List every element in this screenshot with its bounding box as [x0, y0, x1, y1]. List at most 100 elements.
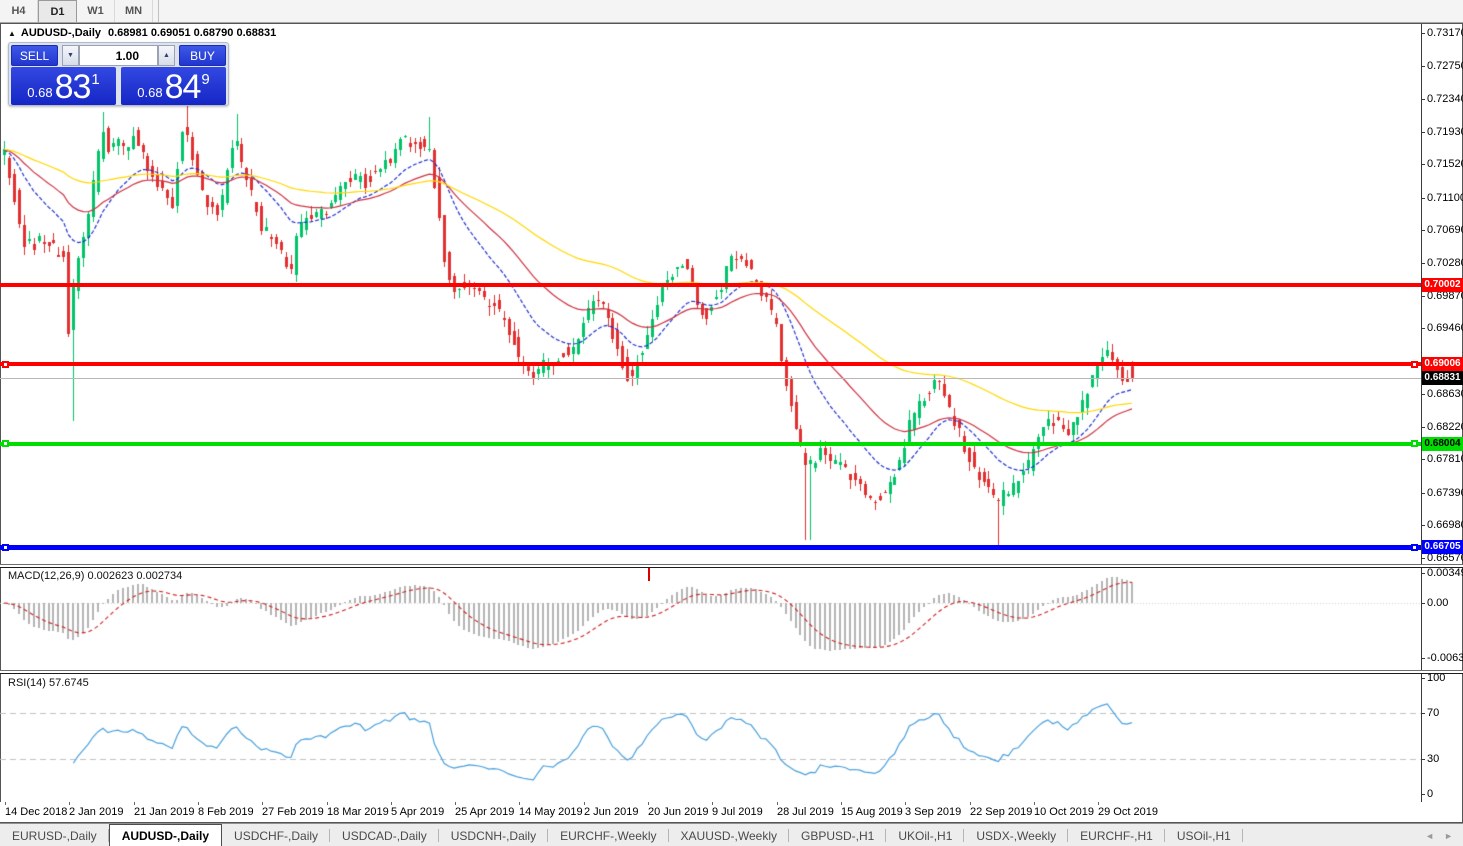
- macd-label: MACD(12,26,9) 0.002623 0.002734: [8, 570, 182, 582]
- chart-tab-bar: EURUSD-,DailyAUDUSD-,DailyUSDCHF-,DailyU…: [0, 823, 1463, 846]
- line-anchor-handle[interactable]: [2, 361, 9, 368]
- axis-tick-mark: [1421, 132, 1425, 133]
- chart-title: ▲ AUDUSD-,Daily 0.68981 0.69051 0.68790 …: [8, 26, 276, 40]
- chart-tab-usdcnh-daily[interactable]: USDCNH-,Daily: [439, 824, 548, 846]
- time-tick-mark: [69, 802, 70, 805]
- time-axis[interactable]: 14 Dec 20182 Jan 201921 Jan 20198 Feb 20…: [0, 802, 1421, 822]
- current-price-line: [0, 378, 1421, 379]
- date-label: 27 Feb 2019: [262, 806, 324, 818]
- volume-input[interactable]: [79, 45, 158, 66]
- panel-splitter-main-macd[interactable]: [0, 564, 1463, 568]
- axis-tick-mark: [1421, 794, 1425, 795]
- axis-tick-mark: [1421, 394, 1425, 395]
- price-tick-label: 0.71100: [1427, 192, 1463, 204]
- time-tick-mark: [262, 802, 263, 805]
- buy-price-pip: 9: [201, 71, 209, 88]
- axis-tick-mark: [1421, 230, 1425, 231]
- buy-price-display[interactable]: 0.68 84 9: [121, 67, 226, 105]
- rsi-tick-label: 30: [1427, 753, 1439, 765]
- date-label: 25 Apr 2019: [455, 806, 514, 818]
- date-label: 3 Sep 2019: [905, 806, 961, 818]
- line-anchor-handle[interactable]: [1411, 361, 1418, 368]
- time-tick-mark: [905, 802, 906, 805]
- chart-tab-ukoil-h1[interactable]: UKOil-,H1: [886, 824, 964, 846]
- date-label: 22 Sep 2019: [970, 806, 1032, 818]
- timeframe-button-d1[interactable]: D1: [38, 0, 77, 22]
- time-tick-mark: [584, 802, 585, 805]
- price-tick-label: 0.66980: [1427, 519, 1463, 531]
- timeframe-button-w1[interactable]: W1: [77, 0, 115, 22]
- macd-chart-canvas[interactable]: [0, 568, 1421, 670]
- tab-scroll-right-icon[interactable]: ►: [1444, 831, 1453, 841]
- line-anchor-handle[interactable]: [2, 440, 9, 447]
- price-tick-label: 0.67810: [1427, 453, 1463, 465]
- chart-symbol-label: AUDUSD-,Daily: [21, 27, 101, 39]
- chart-tab-usdx-weekly[interactable]: USDX-,Weekly: [964, 824, 1068, 846]
- axis-tick-mark: [1421, 759, 1425, 760]
- date-label: 14 May 2019: [519, 806, 583, 818]
- axis-tick-mark: [1421, 296, 1425, 297]
- rsi-tick-label: 70: [1427, 707, 1439, 719]
- time-tick-mark: [455, 802, 456, 805]
- price-tick-label: 0.69460: [1427, 322, 1463, 334]
- line-anchor-handle[interactable]: [2, 544, 9, 551]
- buy-price-big: 84: [165, 70, 201, 104]
- macd-vertical-marker[interactable]: [648, 568, 650, 581]
- price-tick-label: 0.72340: [1427, 93, 1463, 105]
- axis-tick-mark: [1421, 603, 1425, 604]
- one-click-trading-panel: SELL ▼ ▲ BUY 0.68 83 1 0.68 84 9: [8, 42, 229, 106]
- date-label: 5 Apr 2019: [391, 806, 444, 818]
- support-line-0.68004[interactable]: [0, 442, 1421, 446]
- rsi-tick-label: 100: [1427, 672, 1445, 684]
- chart-tab-eurchf-weekly[interactable]: EURCHF-,Weekly: [548, 824, 668, 846]
- price-tick-label: 0.68630: [1427, 388, 1463, 400]
- chart-tab-gbpusd-h1[interactable]: GBPUSD-,H1: [789, 824, 886, 846]
- panel-splitter-macd-rsi[interactable]: [0, 670, 1463, 674]
- chart-tab-usdchf-daily[interactable]: USDCHF-,Daily: [222, 824, 330, 846]
- volume-decrease-button[interactable]: ▼: [62, 45, 79, 66]
- chart-tab-xauusd-weekly[interactable]: XAUUSD-,Weekly: [669, 824, 789, 846]
- time-tick-mark: [134, 802, 135, 805]
- time-tick-mark: [712, 802, 713, 805]
- resistance-line-0.70002[interactable]: [0, 283, 1421, 287]
- price-tick-label: 0.72750: [1427, 60, 1463, 72]
- chart-tab-usoil-h1[interactable]: USOil-,H1: [1165, 824, 1243, 846]
- tab-scroll-left-icon[interactable]: ◄: [1425, 831, 1434, 841]
- date-label: 21 Jan 2019: [134, 806, 195, 818]
- axis-tick-mark: [1421, 263, 1425, 264]
- date-label: 2 Jun 2019: [584, 806, 638, 818]
- date-label: 2 Jan 2019: [69, 806, 123, 818]
- line-anchor-handle[interactable]: [1411, 440, 1418, 447]
- timeframe-button-h4[interactable]: H4: [0, 0, 38, 22]
- buy-button[interactable]: BUY: [179, 45, 226, 66]
- toolbar-separator: [153, 0, 159, 22]
- axis-tick-mark: [1421, 525, 1425, 526]
- timeframe-toolbar: H4D1W1MN: [0, 0, 1463, 23]
- axis-tick-mark: [1421, 198, 1425, 199]
- chart-tab-eurchf-h1[interactable]: EURCHF-,H1: [1068, 824, 1165, 846]
- price-tick-label: 0.68220: [1427, 421, 1463, 433]
- price-tick-label: 0.70280: [1427, 257, 1463, 269]
- time-tick-mark: [1098, 802, 1099, 805]
- sell-button[interactable]: SELL: [11, 45, 58, 66]
- resistance-line-0.69006[interactable]: [0, 362, 1421, 366]
- time-tick-mark: [1034, 802, 1035, 805]
- rsi-chart-canvas[interactable]: [0, 674, 1421, 802]
- date-label: 15 Aug 2019: [841, 806, 903, 818]
- sell-price-display[interactable]: 0.68 83 1: [11, 67, 116, 105]
- line-anchor-handle[interactable]: [1411, 544, 1418, 551]
- chart-collapse-arrow-icon[interactable]: ▲: [8, 29, 16, 38]
- chart-tab-usdcad-daily[interactable]: USDCAD-,Daily: [330, 824, 439, 846]
- mt4-terminal: H4D1W1MN ▲ AUDUSD-,Daily 0.68981 0.69051…: [0, 0, 1463, 846]
- chart-tab-eurusd-daily[interactable]: EURUSD-,Daily: [0, 824, 109, 846]
- timeframe-button-mn[interactable]: MN: [115, 0, 153, 22]
- volume-increase-button[interactable]: ▲: [158, 45, 175, 66]
- time-tick-mark: [198, 802, 199, 805]
- chart-tab-audusd-daily[interactable]: AUDUSD-,Daily: [109, 824, 222, 846]
- rsi-label: RSI(14) 57.6745: [8, 677, 89, 689]
- time-tick-mark: [391, 802, 392, 805]
- rsi-tick-label: 0: [1427, 788, 1433, 800]
- price-badge-0.69006: 0.69006: [1422, 357, 1463, 371]
- macd-tick-label: 0.00349: [1427, 567, 1463, 579]
- support-line-0.66705[interactable]: [0, 545, 1421, 550]
